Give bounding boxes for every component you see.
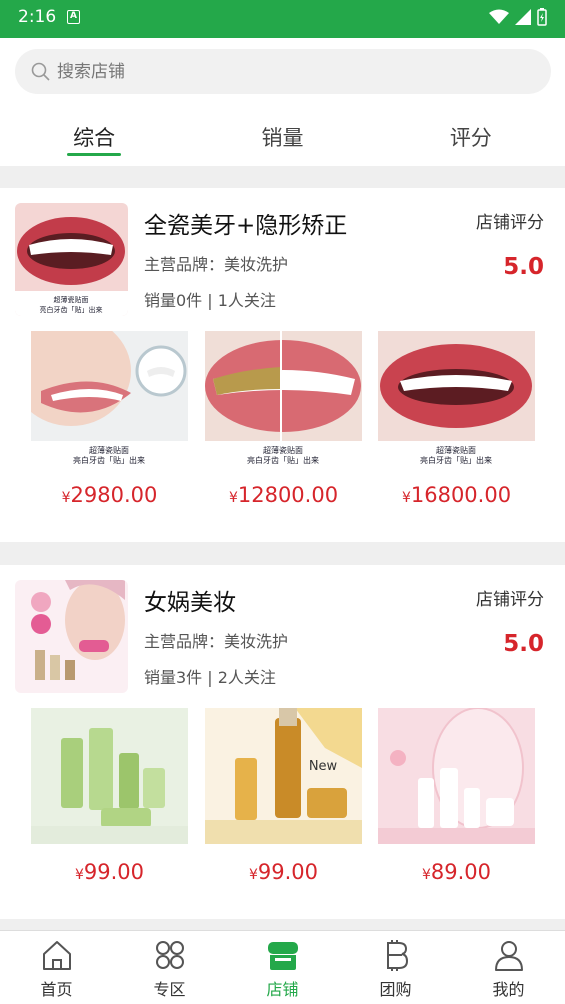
product-price: ¥2980.00 [31,483,188,507]
currency-symbol: ¥ [74,867,84,883]
product-caption-1: 超薄瓷贴面 [89,445,129,455]
nav-store-label: 店铺 [266,980,299,999]
product-price: ¥12800.00 [205,483,362,507]
store-icon [267,942,298,970]
product-item[interactable]: New ¥99.00 [205,708,362,884]
status-bar: 2:16 A [0,0,565,38]
product-image [31,708,188,844]
nav-home-label: 首页 [40,980,73,999]
product-price: ¥89.00 [378,860,535,884]
battery-icon [537,8,547,26]
product-caption-2: 亮白牙齿「贴」出来 [247,455,319,465]
user-icon [494,941,523,971]
tab-rating[interactable]: 评分 [377,114,565,166]
shop-score: 5.0 [503,254,544,280]
shop-card[interactable]: 超薄瓷贴面 亮白牙齿「贴」出来 全瓷美牙+隐形矫正 主营品牌：美妆洗护 销量0件… [0,188,565,542]
product-item[interactable]: 超薄瓷贴面 亮白牙齿「贴」出来 ¥16800.00 [378,331,535,507]
logo-caption-2: 亮白牙齿「贴」出来 [40,305,103,314]
grid-icon [155,941,184,969]
shop-stats: 销量0件 | 1人关注 [144,291,276,310]
shop-brand: 主营品牌：美妆洗护 [144,632,289,651]
nav-mine[interactable]: 我的 [452,931,565,1004]
currency-symbol: ¥ [421,867,431,883]
bottom-nav: 首页 专区 店铺 团购 我的 [0,930,565,1004]
shop-logo [15,580,128,693]
product-image: 超薄瓷贴面 亮白牙齿「贴」出来 [31,331,188,467]
currency-symbol: ¥ [401,490,411,506]
status-time: 2:16 [18,7,57,27]
shop-score: 5.0 [503,631,544,657]
search-input[interactable] [57,49,537,94]
sort-tabs: 综合 销量 评分 [0,114,565,166]
product-price-value: 16800.00 [410,483,512,507]
shop-score-label: 店铺评分 [476,590,544,610]
currency-symbol: ¥ [228,490,238,506]
product-price: ¥99.00 [205,860,362,884]
tab-sales[interactable]: 销量 [188,114,376,166]
shop-card[interactable]: 女娲美妆 主营品牌：美妆洗护 销量3件 | 2人关注 店铺评分 5.0 ¥99.… [0,565,565,919]
product-item[interactable]: ¥99.00 [31,708,188,884]
tab-comprehensive[interactable]: 综合 [0,114,188,166]
product-item[interactable]: 超薄瓷贴面 亮白牙齿「贴」出来 ¥12800.00 [205,331,362,507]
nav-store[interactable]: 店铺 [226,931,339,1004]
product-price-value: 99.00 [257,860,319,884]
shop-logo: 超薄瓷贴面 亮白牙齿「贴」出来 [15,203,128,316]
product-image: 超薄瓷贴面 亮白牙齿「贴」出来 [378,331,535,467]
product-item[interactable]: ¥89.00 [378,708,535,884]
product-price-value: 89.00 [430,860,492,884]
product-caption-2: 亮白牙齿「贴」出来 [73,455,145,465]
signal-icon [515,9,531,25]
system-icons [489,8,547,26]
shop-name: 女娲美妆 [144,590,236,616]
product-caption-2: 亮白牙齿「贴」出来 [420,455,492,465]
shop-stats: 销量3件 | 2人关注 [144,668,276,687]
product-caption-1: 超薄瓷贴面 [263,445,303,455]
product-image: 超薄瓷贴面 亮白牙齿「贴」出来 [205,331,362,467]
header: 综合 销量 评分 [0,38,565,166]
product-price-value: 99.00 [83,860,145,884]
product-price-value: 12800.00 [237,483,339,507]
product-caption-1: 超薄瓷贴面 [436,445,476,455]
currency-symbol: ¥ [61,490,71,506]
nav-zone[interactable]: 专区 [113,931,226,1004]
product-price: ¥16800.00 [378,483,535,507]
nav-home[interactable]: 首页 [0,931,113,1004]
product-image [378,708,535,844]
logo-caption-1: 超薄瓷贴面 [54,295,89,304]
nav-mine-label: 我的 [492,980,525,999]
home-icon [42,941,71,970]
product-image: New [205,708,362,844]
shop-name: 全瓷美牙+隐形矫正 [144,213,348,239]
product-price-value: 2980.00 [70,483,158,507]
search-icon [31,62,50,81]
product-badge: New [309,759,338,774]
product-price: ¥99.00 [31,860,188,884]
wifi-icon [489,9,509,24]
nav-zone-label: 专区 [153,980,186,999]
product-item[interactable]: 超薄瓷贴面 亮白牙齿「贴」出来 ¥2980.00 [31,331,188,507]
nav-groupbuy-label: 团购 [379,980,412,999]
currency-symbol: ¥ [248,867,258,883]
notification-a-icon: A [67,10,80,24]
bitcoin-icon [386,940,408,971]
shop-brand: 主营品牌：美妆洗护 [144,255,289,274]
shop-score-label: 店铺评分 [476,213,544,233]
nav-groupbuy[interactable]: 团购 [339,931,452,1004]
search-bar[interactable] [15,49,551,94]
